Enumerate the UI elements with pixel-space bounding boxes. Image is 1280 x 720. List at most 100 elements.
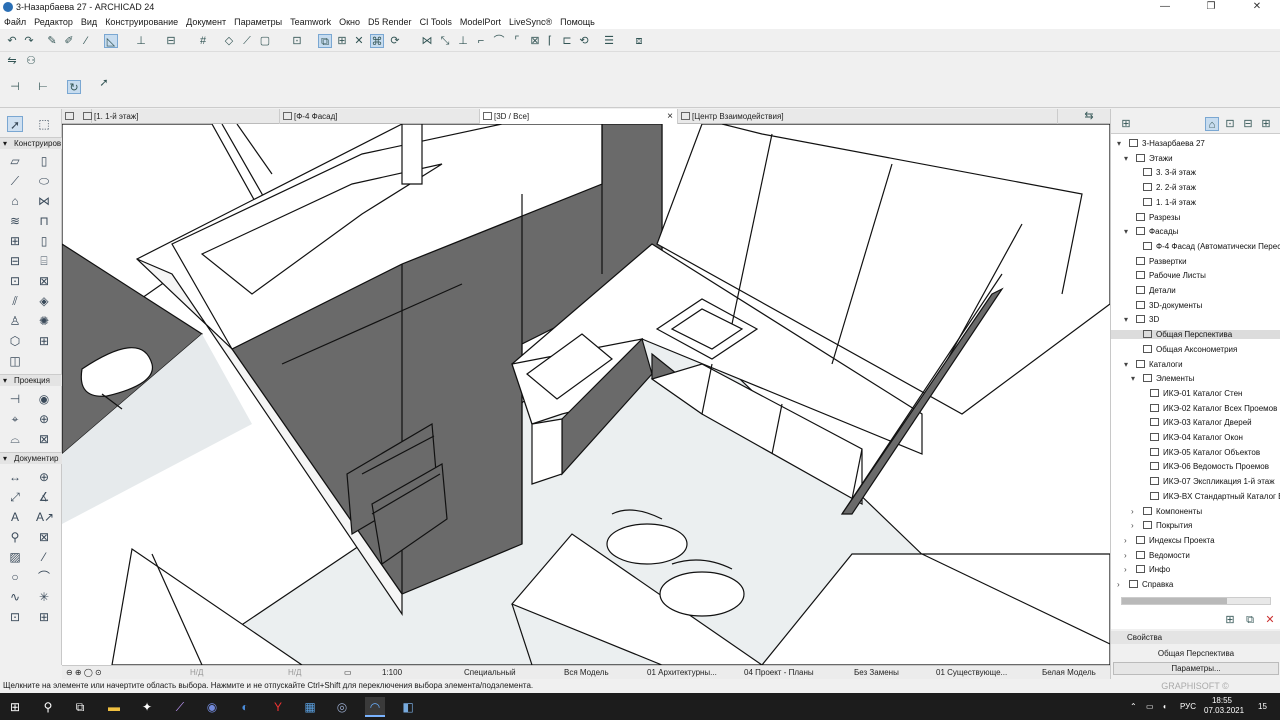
detail-tool-icon[interactable]: ⌓ bbox=[7, 431, 23, 447]
curtain-wall-tool-icon[interactable]: ⊞ bbox=[7, 233, 23, 249]
menu-file[interactable]: Файл bbox=[4, 17, 26, 27]
explode-icon[interactable]: ⊠ bbox=[528, 34, 542, 48]
level-dimension-icon[interactable]: ⊕ bbox=[36, 469, 52, 485]
lock-icon[interactable]: ⊡ bbox=[290, 34, 304, 48]
layout-book-icon[interactable]: ⊟ bbox=[1241, 117, 1255, 131]
interior-elevation-icon[interactable]: ⌖ bbox=[7, 411, 23, 427]
window-tool-icon[interactable]: ⊟ bbox=[7, 253, 23, 269]
zoom-icon[interactable]: ⊖ ⊕ ◯ ⊙ bbox=[66, 666, 102, 680]
figure-tool-icon[interactable]: ⊠ bbox=[36, 529, 52, 545]
expand-arrow-icon[interactable]: ▾ bbox=[1124, 315, 1128, 324]
navigator-item[interactable]: 3D-документы bbox=[1111, 300, 1280, 310]
model-filter[interactable]: Вся Модель bbox=[564, 666, 609, 680]
hotspot-icon[interactable]: ✳ bbox=[36, 589, 52, 605]
app-icon-2[interactable]: ⟋ bbox=[170, 697, 190, 717]
file-explorer-icon[interactable]: ▬ bbox=[104, 697, 124, 717]
keyboard-language[interactable]: РУС bbox=[1180, 693, 1196, 720]
navigator-menu-icon[interactable]: ⊞ bbox=[1119, 117, 1133, 131]
search-icon[interactable]: ⚲ bbox=[38, 697, 58, 717]
layout-icon[interactable]: ⊞ bbox=[335, 34, 349, 48]
navigator-item[interactable]: › Компоненты bbox=[1111, 506, 1280, 516]
pick-up-icon[interactable]: ✎ bbox=[45, 34, 59, 48]
expand-arrow-icon[interactable]: ▾ bbox=[1131, 374, 1135, 383]
stair-tool-icon[interactable]: ≋ bbox=[7, 213, 23, 229]
menu-options[interactable]: Параметры bbox=[234, 17, 282, 27]
trim-icon[interactable]: ⊥ bbox=[456, 34, 470, 48]
snap-icon[interactable]: ⊥ bbox=[134, 34, 148, 48]
light-tool-icon[interactable]: ✺ bbox=[36, 313, 52, 329]
expand-arrow-icon[interactable]: › bbox=[1131, 507, 1134, 516]
mesh-tool-icon[interactable]: ⫽ bbox=[7, 293, 23, 309]
view-map-icon[interactable]: ⊡ bbox=[1223, 117, 1237, 131]
drawing-tool-icon[interactable]: ⊡ bbox=[7, 609, 23, 625]
navigator-item[interactable]: Ф-4 Фасад (Автоматически Перестра bbox=[1111, 241, 1280, 251]
toolbox-section-design[interactable]: Конструиров bbox=[0, 137, 62, 150]
suspend-groups-icon[interactable]: ⧉ bbox=[318, 34, 332, 48]
navigator-item[interactable]: ИКЭ-01 Каталог Стен bbox=[1111, 388, 1280, 398]
3d-viewport[interactable] bbox=[62, 124, 1110, 665]
orbit-icon[interactable]: ⟳ bbox=[388, 34, 402, 48]
pen-set[interactable]: 04 Проект - Планы bbox=[744, 666, 814, 680]
menu-ci-tools[interactable]: CI Tools bbox=[420, 17, 452, 27]
trace-icon[interactable]: ◇ bbox=[222, 34, 236, 48]
menu-help[interactable]: Помощь bbox=[560, 17, 595, 27]
layer-icon[interactable]: ☰ bbox=[602, 34, 616, 48]
navigator-item[interactable]: ▾ Каталоги bbox=[1111, 359, 1280, 369]
magic-wand-icon[interactable]: ⌘ bbox=[370, 34, 384, 48]
menu-design[interactable]: Конструирование bbox=[105, 17, 178, 27]
archicad-taskbar-icon[interactable]: ◠ bbox=[365, 697, 385, 717]
arrow-tool-icon[interactable]: ➚ bbox=[97, 76, 111, 90]
properties-header[interactable]: Свойства bbox=[1111, 631, 1280, 644]
minimize-button[interactable]: — bbox=[1142, 0, 1188, 14]
navigator-item[interactable]: 3. 3-й этаж bbox=[1111, 168, 1280, 177]
layer-combination[interactable]: 01 Архитектурны... bbox=[647, 666, 717, 680]
menu-modelport[interactable]: ModelPort bbox=[460, 17, 501, 27]
label-tool-icon[interactable]: A↗ bbox=[36, 509, 54, 525]
tab-menu-icon[interactable]: ⇆ bbox=[1082, 109, 1096, 123]
group-icon[interactable]: ▢ bbox=[258, 34, 272, 48]
curve-icon[interactable]: ⌒ bbox=[492, 34, 506, 48]
menu-d5-render[interactable]: D5 Render bbox=[368, 17, 412, 27]
guide-lines-icon[interactable]: ◺ bbox=[104, 34, 118, 48]
section-tool-icon[interactable]: ⊣ bbox=[7, 391, 23, 407]
new-view-icon[interactable]: ⊞ bbox=[1223, 613, 1237, 627]
scale-value[interactable]: 1:100 bbox=[382, 666, 402, 680]
steam-icon[interactable]: ◎ bbox=[332, 697, 352, 717]
skylight-tool-icon[interactable]: ⌸ bbox=[36, 253, 52, 269]
volume-icon[interactable]: ◖ bbox=[1162, 693, 1167, 720]
toolbox-section-viewpoint[interactable]: Проекция bbox=[0, 374, 62, 387]
railing-tool-icon[interactable]: ⊓ bbox=[36, 213, 52, 229]
publisher-icon[interactable]: ⊞ bbox=[1259, 117, 1273, 131]
line-tool-icon[interactable]: ⁄ bbox=[36, 549, 52, 565]
angle-dimension-icon[interactable]: ∡ bbox=[36, 489, 52, 505]
navigator-item[interactable]: ИКЭ-05 Каталог Объектов bbox=[1111, 447, 1280, 457]
tab-close-icon[interactable]: × bbox=[667, 109, 673, 124]
expand-arrow-icon[interactable]: › bbox=[1124, 536, 1127, 545]
navigator-scroll-thumb[interactable] bbox=[1122, 598, 1227, 604]
navigator-item[interactable]: Развертки bbox=[1111, 256, 1280, 266]
layers-toggle-icon[interactable]: ⇋ bbox=[5, 54, 19, 68]
navigator-item[interactable]: Общая Перспектива bbox=[1111, 330, 1280, 340]
grid-element-icon[interactable]: ⊞ bbox=[36, 333, 52, 349]
navigator-item[interactable]: ИКЭ-02 Каталог Всех Проемов bbox=[1111, 403, 1280, 413]
close-window-button[interactable]: ✕ bbox=[1234, 0, 1280, 14]
app-icon-4[interactable]: ◧ bbox=[398, 697, 418, 717]
text-tool-icon[interactable]: A bbox=[7, 509, 23, 525]
navigator-item[interactable]: 2. 2-й этаж bbox=[1111, 183, 1280, 192]
expand-arrow-icon[interactable]: ▾ bbox=[1124, 154, 1128, 163]
cube-tool-icon[interactable]: ⬡ bbox=[7, 333, 23, 349]
menu-view[interactable]: Вид bbox=[81, 17, 97, 27]
model-style[interactable]: Белая Модель bbox=[1042, 666, 1096, 680]
hotspot-tool-icon[interactable]: ⚲ bbox=[7, 529, 23, 545]
graphic-override[interactable]: Без Замены bbox=[854, 666, 899, 680]
radial-dimension-icon[interactable]: ⤢ bbox=[7, 489, 23, 505]
rotate-view-icon[interactable]: ↻ bbox=[67, 80, 81, 94]
split-icon[interactable]: ⋈ bbox=[420, 34, 434, 48]
zone-tool-icon[interactable]: ⊠ bbox=[36, 273, 52, 289]
expand-arrow-icon[interactable]: ▾ bbox=[1124, 227, 1128, 236]
navigator-item[interactable]: › Ведомости bbox=[1111, 550, 1280, 560]
gravity-icon[interactable]: ⊟ bbox=[164, 34, 178, 48]
expand-arrow-icon[interactable]: ▾ bbox=[1124, 360, 1128, 369]
navigator-item[interactable]: ИКЭ-BX Стандартный Каталог BIMx bbox=[1111, 491, 1280, 501]
clock[interactable]: 18:55 07.03.2021 bbox=[1204, 693, 1244, 716]
